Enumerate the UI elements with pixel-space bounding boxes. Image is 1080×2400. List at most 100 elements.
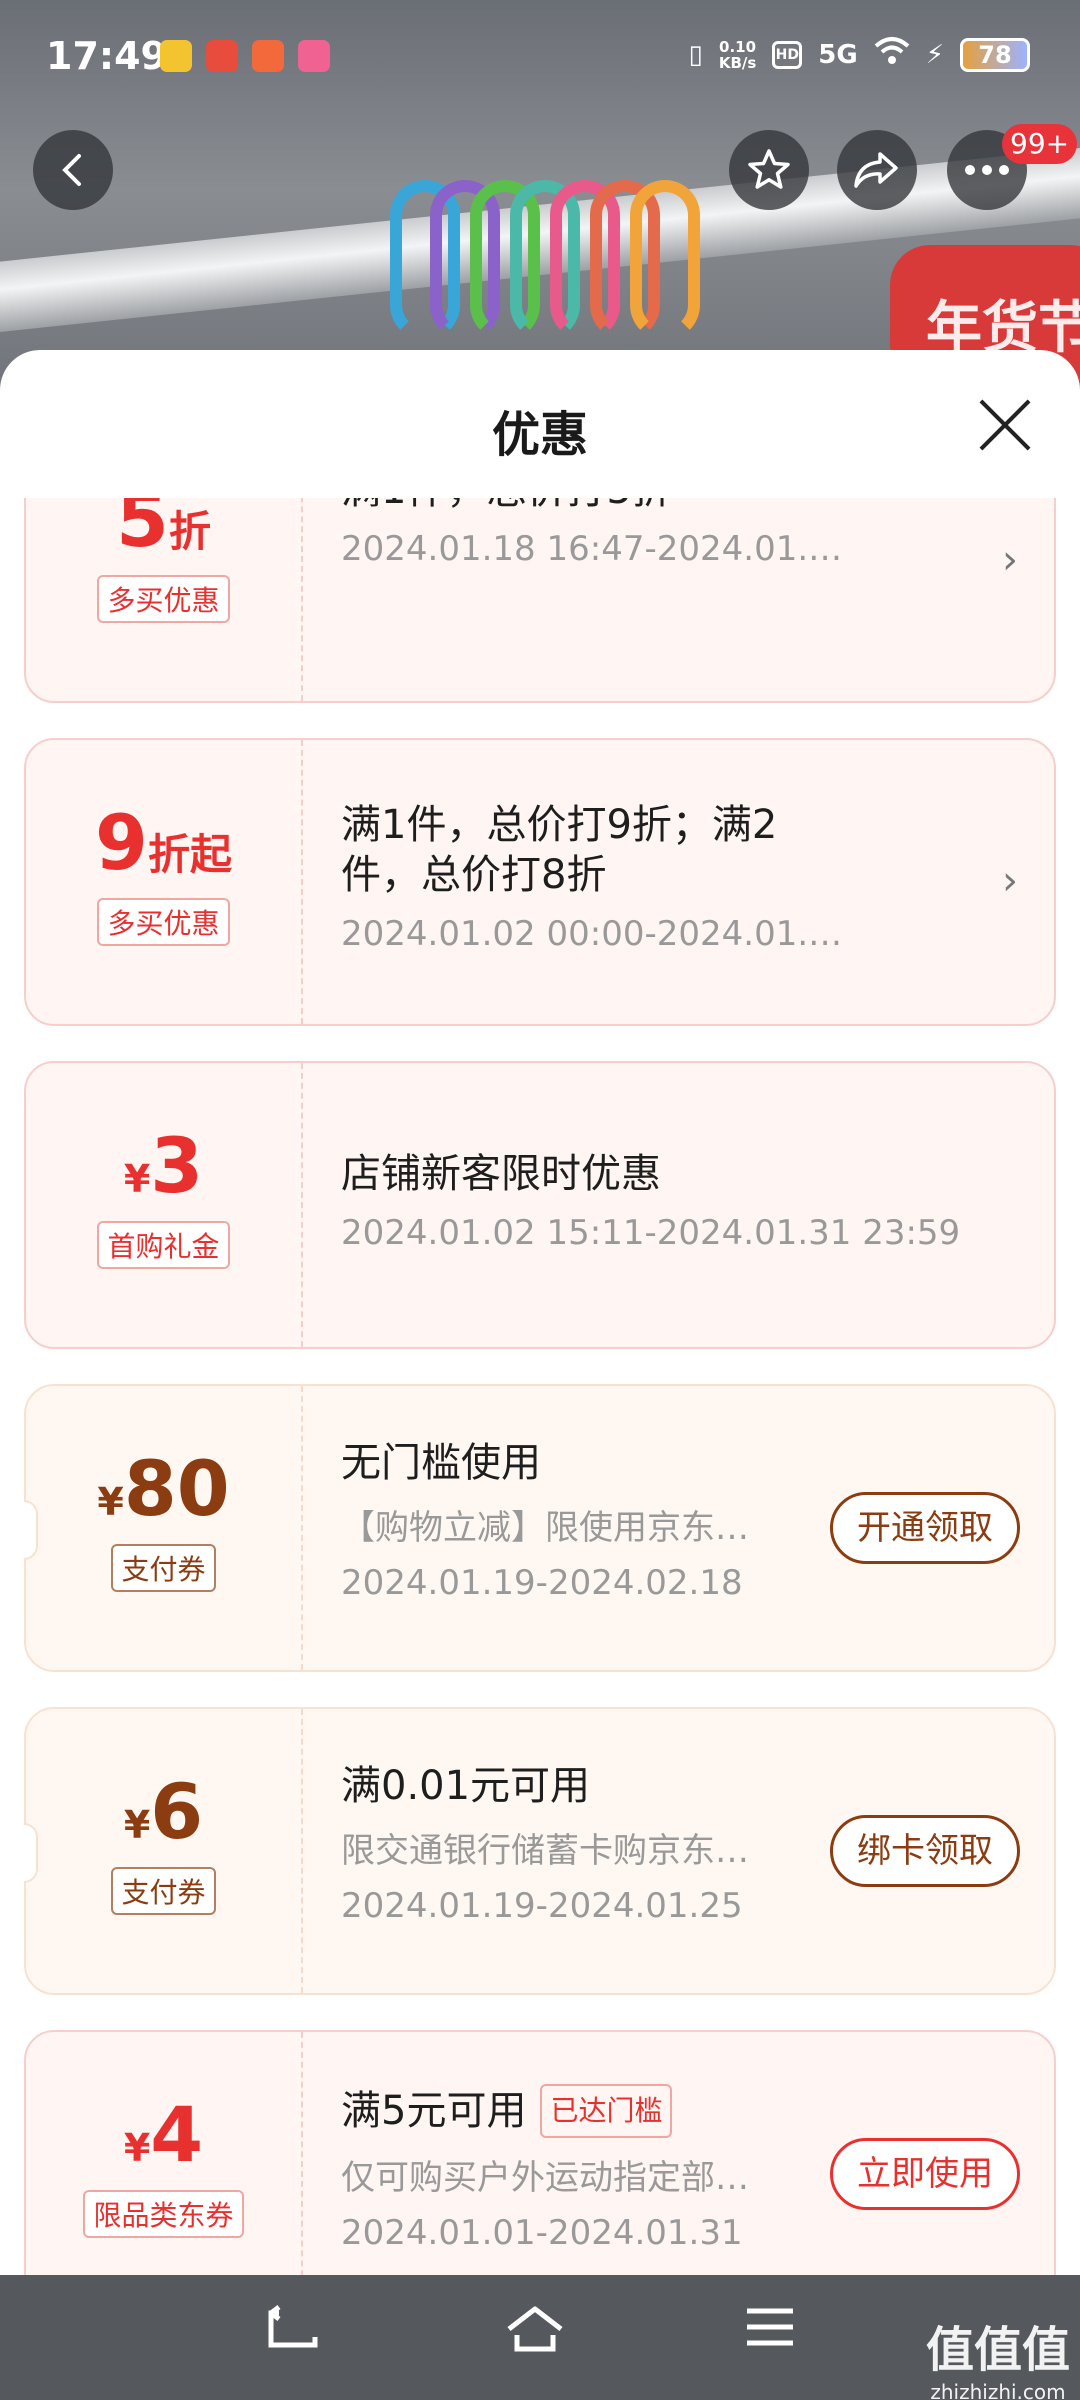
battery-indicator: 78 [960, 37, 1030, 72]
coupon-amount: ¥4 [26, 2090, 301, 2179]
coupon-card-new-customer[interactable]: ¥3 首购礼金 店铺新客限时优惠 2024.01.02 15:11-2024.0… [24, 1061, 1056, 1349]
activate-claim-button[interactable]: 开通领取 [830, 1492, 1020, 1564]
charging-icon: ⚡ [925, 39, 944, 70]
coupon-amount-unit: 折 [168, 507, 211, 556]
chevron-left-icon [62, 154, 81, 186]
vibrate-icon: ▯ [688, 39, 703, 70]
more-dots-icon [965, 165, 1009, 175]
coupon-date: 2024.01.19-2024.01.25 [341, 1886, 743, 1926]
coupon-card-category[interactable]: ¥4 限品类东券 满5元可用 已达门槛 仅可购买户外运动指定部… 2024.01.… [24, 2030, 1056, 2275]
coupon-type-tag: 支付券 [26, 1867, 301, 1915]
coupon-description: 仅可购买户外运动指定部… [341, 2158, 749, 2198]
coupon-type-tag-label: 多买优惠 [97, 898, 230, 946]
chevron-right-icon[interactable]: › [1002, 537, 1018, 583]
coupon-type-tag: 首购礼金 [26, 1221, 301, 1269]
coupon-info: 满1件，总价打5折 2024.01.18 16:47-2024.01.2… [341, 498, 861, 569]
message-count-badge: 99+ [1002, 124, 1078, 164]
system-nav-bar [0, 2275, 1080, 2400]
coupon-info: 满0.01元可用 限交通银行储蓄卡购京东… 2024.01.19-2024.01… [341, 1761, 781, 1926]
coupon-amount-value: 80 [123, 1444, 230, 1533]
app-notification-icon [160, 40, 192, 72]
threshold-reached-tag: 已达门槛 [540, 2084, 673, 2138]
coupon-type-tag-label: 首购礼金 [97, 1221, 230, 1269]
app-notification-icon [206, 40, 238, 72]
close-button[interactable] [975, 395, 1035, 455]
coupon-amount-unit: 折起 [147, 830, 232, 879]
coupon-list[interactable]: 5折 多买优惠 满1件，总价打5折 2024.01.18 16:47-2024.… [0, 498, 1080, 2275]
coupon-amount-value: 6 [150, 1767, 204, 1856]
card-divider [301, 498, 303, 701]
card-divider [301, 2032, 303, 2275]
coupon-type-tag-label: 限品类东券 [83, 2190, 244, 2238]
coupon-info: 无门槛使用 【购物立减】限使用京东… 2024.01.19-2024.02.18 [341, 1438, 781, 1603]
sheet-title: 优惠 [491, 407, 588, 463]
coupon-amount-value: 4 [150, 2090, 204, 2179]
coupon-type-tag: 多买优惠 [26, 898, 301, 946]
star-icon [748, 149, 790, 189]
coupon-card-payment[interactable]: ¥80 支付券 无门槛使用 【购物立减】限使用京东… 2024.01.19-20… [24, 1384, 1056, 1672]
coupon-type-tag-label: 支付券 [111, 1544, 216, 1592]
share-button[interactable] [837, 130, 917, 210]
coupon-date: 2024.01.18 16:47-2024.01.2… [341, 529, 861, 569]
coupon-title-text: 满5元可用 [341, 2088, 527, 2134]
coupon-amount: 5折 [26, 498, 301, 564]
coupon-amount: ¥3 [26, 1121, 301, 1210]
status-bar: 17:49 ▯ 0.10 KB/s HD 5G ⚡ 78 [0, 0, 1080, 115]
coupon-date: 2024.01.02 00:00-2024.01.3… [341, 914, 861, 954]
network-speed: 0.10 KB/s [718, 37, 757, 72]
use-now-button[interactable]: 立即使用 [830, 2138, 1020, 2210]
coupon-card-discount[interactable]: 9折起 多买优惠 满1件，总价打9折；满2件，总价打8折 2024.01.02 … [24, 738, 1056, 1026]
wifi-icon [874, 36, 910, 73]
card-divider [301, 1063, 303, 1347]
coupon-title: 满1件，总价打5折 [341, 498, 821, 515]
discount-sheet: 优惠 5折 多买优惠 满1件，总价打5折 2024.01.18 16:47-20… [0, 350, 1080, 2275]
currency-symbol: ¥ [123, 2126, 151, 2170]
coupon-type-tag: 多买优惠 [26, 575, 301, 623]
coupon-card-discount[interactable]: 5折 多买优惠 满1件，总价打5折 2024.01.18 16:47-2024.… [24, 498, 1056, 703]
notification-icons [160, 40, 330, 72]
coupon-info: 满1件，总价打9折；满2件，总价打8折 2024.01.02 00:00-202… [341, 800, 861, 954]
coupon-title: 满1件，总价打9折；满2件，总价打8折 [341, 802, 778, 898]
watermark: 值值值 zhizhizhi.com [926, 2310, 1070, 2400]
menu-icon [747, 2308, 793, 2346]
coupon-info: 满5元可用 已达门槛 仅可购买户外运动指定部… 2024.01.01-2024.0… [341, 2084, 781, 2253]
card-divider [301, 1709, 303, 1993]
watermark-text: 值值值 [925, 2322, 1070, 2378]
coupon-title: 满5元可用 已达门槛 [341, 2084, 781, 2138]
home-icon [507, 2306, 563, 2352]
coupon-amount: ¥6 [26, 1767, 301, 1856]
coupon-amount-value: 5 [116, 498, 169, 564]
status-indicators: ▯ 0.10 KB/s HD 5G ⚡ 78 [689, 36, 1030, 73]
back-button[interactable] [33, 130, 113, 210]
share-icon [854, 152, 898, 188]
coupon-title: 满0.01元可用 [341, 1763, 591, 1809]
favorite-button[interactable] [729, 130, 809, 210]
coupon-amount: ¥80 [26, 1444, 301, 1533]
coupon-card-payment[interactable]: ¥6 支付券 满0.01元可用 限交通银行储蓄卡购京东… 2024.01.19-… [24, 1707, 1056, 1995]
coupon-date: 2024.01.01-2024.01.31 [341, 2213, 743, 2253]
chevron-right-icon[interactable]: › [1002, 858, 1018, 904]
coupon-title: 无门槛使用 [341, 1440, 541, 1486]
currency-symbol: ¥ [123, 1803, 151, 1847]
bind-card-claim-button[interactable]: 绑卡领取 [830, 1815, 1020, 1887]
nav-menu-button[interactable] [745, 2305, 815, 2365]
currency-symbol: ¥ [123, 1157, 151, 1201]
coupon-amount-value: 9 [95, 798, 148, 887]
card-divider [301, 740, 303, 1024]
nav-back-button[interactable] [265, 2305, 335, 2365]
nav-home-button[interactable] [505, 2305, 575, 2365]
coupon-amount: 9折起 [26, 798, 301, 887]
watermark-url: zhizhizhi.com [930, 2380, 1066, 2400]
coupon-info: 店铺新客限时优惠 2024.01.02 15:11-2024.01.31 23:… [341, 1149, 961, 1253]
coupon-date: 2024.01.02 15:11-2024.01.31 23:59 [341, 1213, 961, 1253]
coupon-date: 2024.01.19-2024.02.18 [341, 1563, 743, 1603]
signal-5g-icon: 5G [818, 39, 858, 70]
coupon-type-tag-label: 支付券 [111, 1867, 216, 1915]
status-time: 17:49 [46, 34, 167, 78]
currency-symbol: ¥ [97, 1480, 124, 1524]
app-notification-icon [298, 40, 330, 72]
coupon-type-tag: 限品类东券 [26, 2190, 301, 2238]
app-notification-icon [252, 40, 284, 72]
coupon-description: 限交通银行储蓄卡购京东… [341, 1831, 749, 1871]
hook-image [630, 180, 700, 340]
